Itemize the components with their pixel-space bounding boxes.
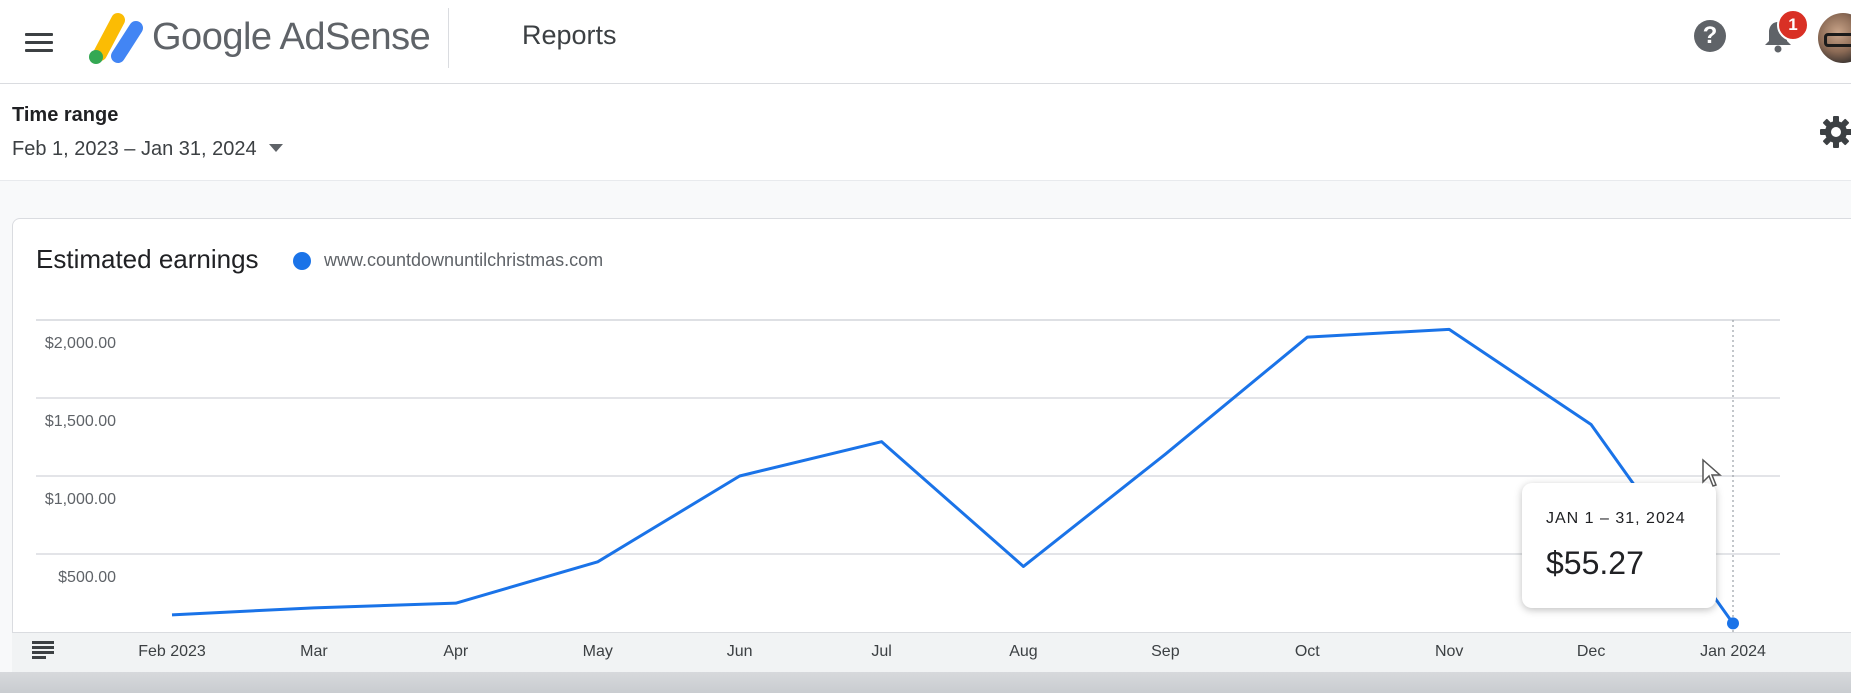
help-icon[interactable]: ?: [1694, 20, 1726, 52]
avatar[interactable]: [1818, 13, 1851, 63]
page-title: Reports: [522, 20, 617, 50]
top-app-bar: Google AdSense Reports ? 1: [0, 0, 1851, 84]
card-title: Estimated earnings: [36, 244, 259, 274]
caret-down-icon: [268, 144, 283, 152]
time-range-dropdown[interactable]: Feb 1, 2023 – Jan 31, 2024: [12, 138, 283, 161]
header-divider: [448, 8, 449, 68]
tooltip-date: JAN 1 – 31, 2024: [1546, 510, 1686, 527]
hamburger-menu-icon[interactable]: [20, 24, 58, 62]
notification-badge: 1: [1777, 9, 1809, 41]
mouse-cursor-icon: [1702, 458, 1722, 487]
table-view-icon[interactable]: [32, 640, 56, 660]
x-axis-bar: [12, 632, 1851, 673]
avatar-glasses: [1824, 33, 1851, 47]
brand-name: Google AdSense: [152, 16, 431, 58]
legend-dot: [293, 252, 311, 270]
filter-bar: Time range Feb 1, 2023 – Jan 31, 2024: [0, 84, 1851, 181]
time-range-label: Time range: [12, 104, 119, 126]
chart-tooltip: JAN 1 – 31, 2024 $55.27: [1522, 483, 1716, 608]
time-range-value: Feb 1, 2023 – Jan 31, 2024: [12, 138, 257, 160]
adsense-logo-icon: [89, 13, 143, 64]
tooltip-value: $55.27: [1546, 545, 1644, 581]
earnings-card: [12, 218, 1851, 693]
gear-icon[interactable]: [1818, 114, 1851, 150]
legend-site[interactable]: www.countdownuntilchristmas.com: [324, 250, 603, 271]
bottom-edge: [0, 672, 1851, 693]
